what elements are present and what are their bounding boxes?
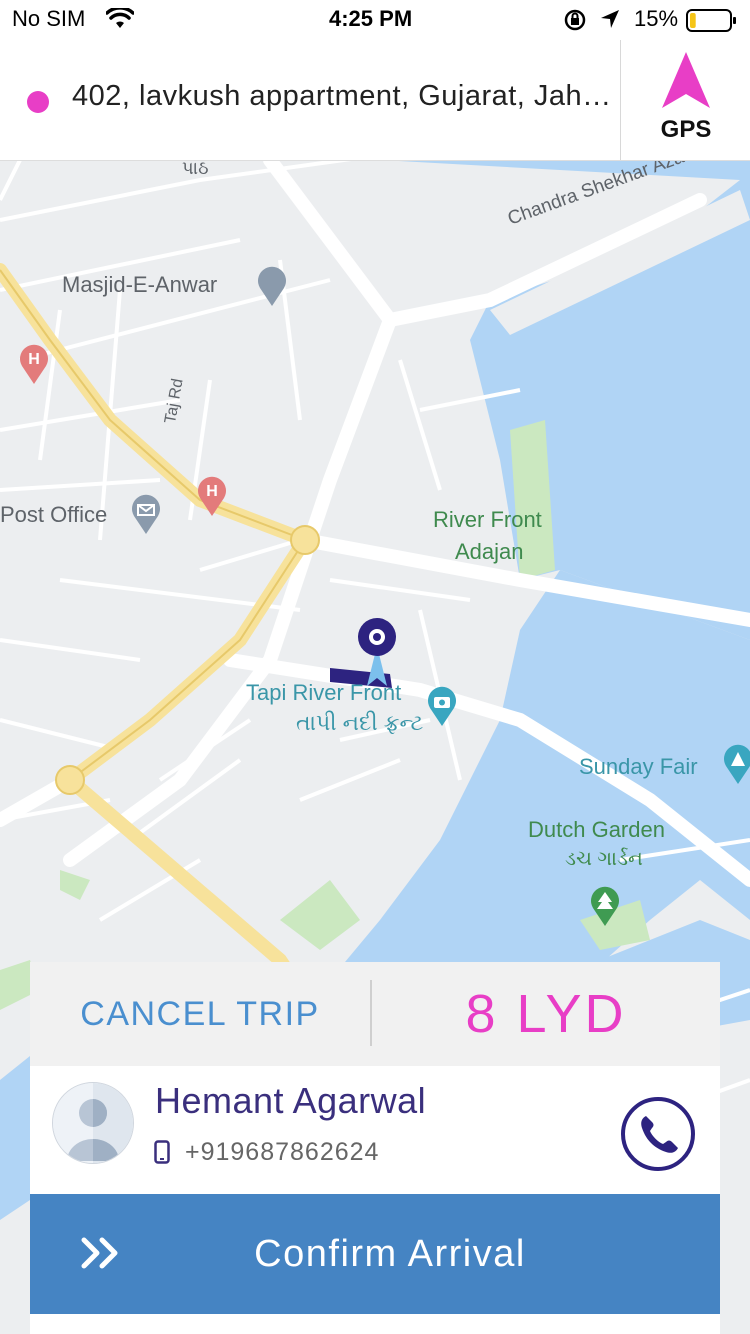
clock: 4:25 PM — [329, 6, 413, 31]
confirm-arrival-button[interactable]: Confirm Arrival — [30, 1194, 720, 1314]
gps-label: GPS — [660, 116, 712, 143]
map-label-partial: પાઠ — [182, 160, 209, 178]
svg-text:H: H — [206, 483, 218, 500]
map-label-adajan: Adajan — [455, 539, 524, 564]
map-label-river-front: River Front — [433, 507, 542, 532]
gps-button[interactable]: GPS — [622, 40, 750, 160]
pickup-dot-icon — [27, 91, 49, 113]
map-label-masjid: Masjid-E-Anwar — [62, 272, 218, 297]
phone-icon — [621, 1097, 695, 1171]
user-silhouette-icon — [53, 1083, 133, 1163]
call-button[interactable] — [620, 1096, 696, 1172]
map-label-sunday-fair: Sunday Fair — [579, 754, 698, 779]
map-label-post-office: Post Office — [0, 502, 108, 527]
fare-amount: 8 LYD — [465, 984, 627, 1044]
orientation-lock-icon — [563, 8, 587, 37]
map-label-dutch-garden: Dutch Garden — [528, 817, 665, 842]
rider-card: Hemant Agarwal +919687862624 — [30, 1066, 720, 1194]
map-label-tapi-gu: તાપી નદી ફ્રન્ટ — [296, 710, 424, 735]
rider-phone: +919687862624 — [185, 1138, 380, 1166]
location-arrow-icon — [599, 8, 621, 35]
panel-footer — [30, 1314, 720, 1334]
battery-icon — [686, 9, 738, 38]
divider — [620, 40, 621, 160]
address-bar: 402, lavkush appartment, Gujarat, Jahang… — [0, 40, 750, 161]
rider-name: Hemant Agarwal — [155, 1080, 427, 1121]
status-bar: No SIM 4:25 PM 15% — [0, 0, 750, 40]
trip-actions-row: CANCEL TRIP 8 LYD — [30, 962, 720, 1066]
confirm-arrival-label: Confirm Arrival — [254, 1232, 526, 1275]
svg-text:H: H — [28, 351, 40, 368]
wifi-icon — [105, 6, 135, 35]
battery-percent: 15% — [634, 6, 679, 31]
avatar — [52, 1082, 134, 1164]
cancel-trip-button[interactable]: CANCEL TRIP — [30, 962, 370, 1066]
carrier-label: No SIM — [12, 6, 86, 31]
map-label-dutch-garden-gu: ડચ ગાર્ડન — [565, 848, 643, 870]
navigation-arrow-icon — [660, 50, 712, 115]
pickup-address[interactable]: 402, lavkush appartment, Gujarat, Jahang… — [72, 80, 612, 113]
mobile-phone-icon — [154, 1140, 170, 1169]
trip-panel: CANCEL TRIP 8 LYD Hemant Agarwal +919687… — [30, 962, 720, 1334]
